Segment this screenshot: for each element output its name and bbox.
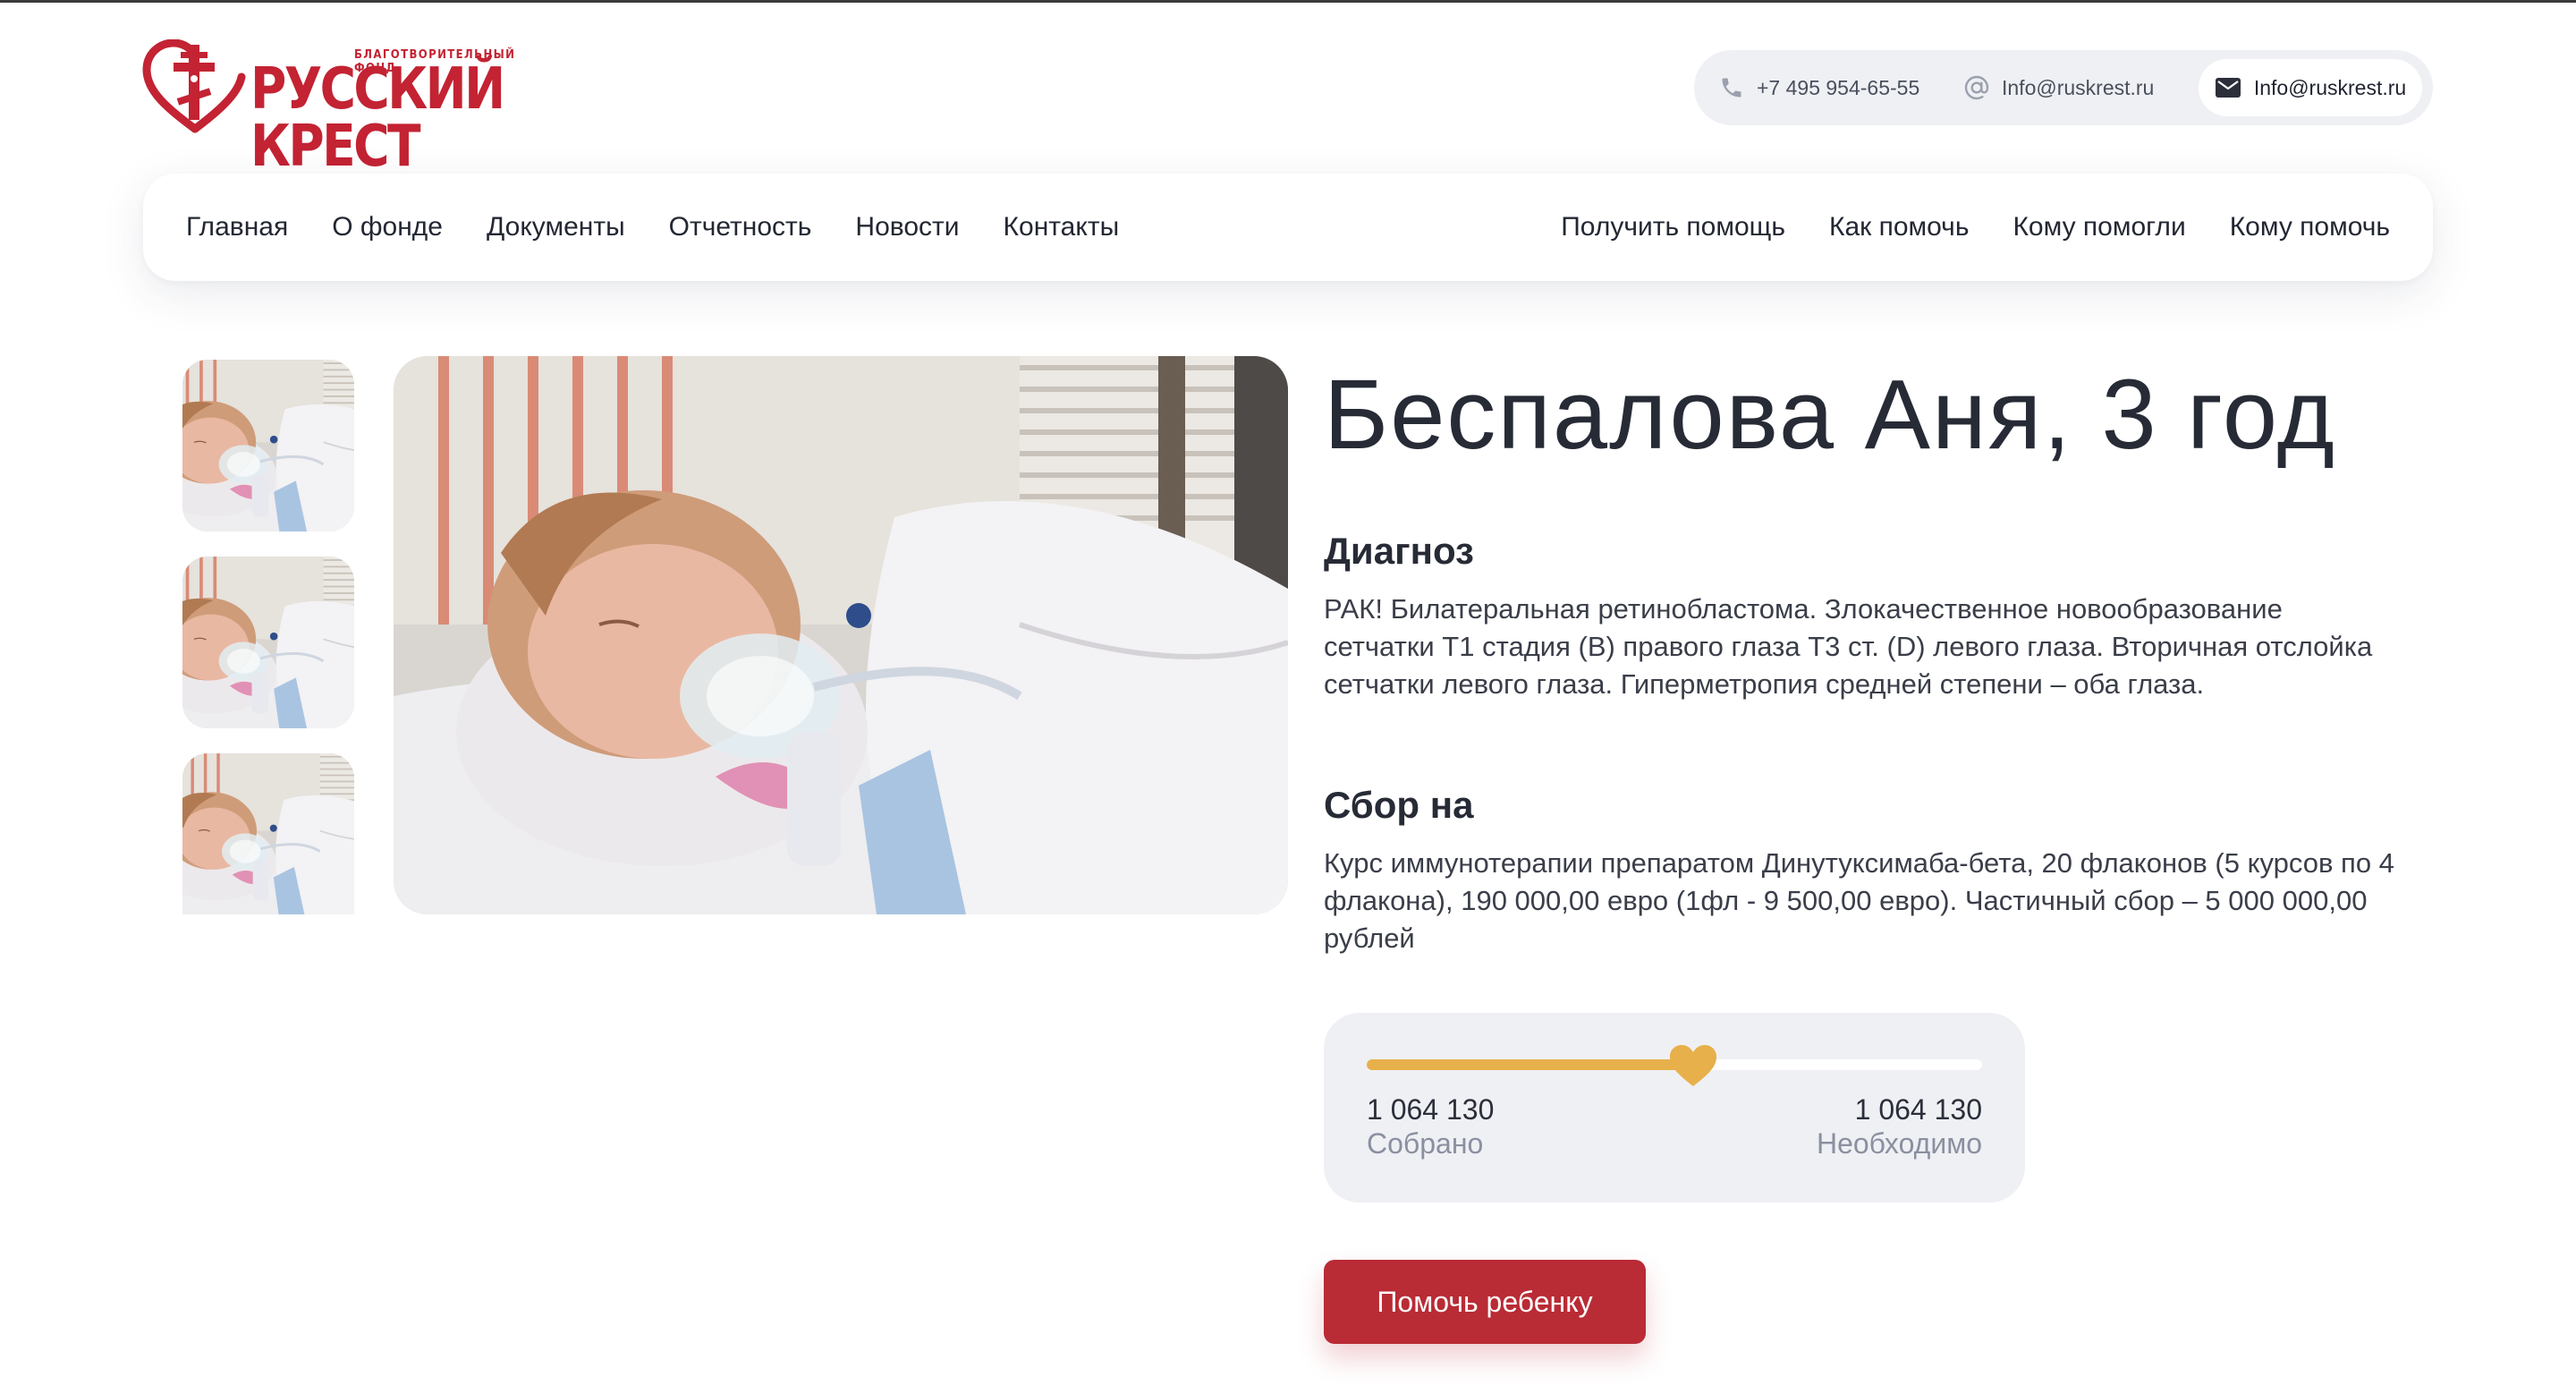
cross-heart-logo-icon [142, 39, 246, 133]
nav-item-documents[interactable]: Документы [487, 212, 625, 242]
nav-item-helped[interactable]: Кому помогли [2012, 212, 2185, 242]
nav-item-news[interactable]: Новости [855, 212, 959, 242]
email-button-label: Info@ruskrest.ru [2253, 75, 2407, 99]
nav-primary: Главная О фонде Документы Отчетность Нов… [186, 174, 1119, 281]
goal-heading: Сбор на [1324, 784, 1474, 826]
needed-label: Необходимо [1816, 1127, 1982, 1160]
contacts-bar: +7 495 954-65-55 Info@ruskrest.ru Info@r… [1694, 50, 2433, 125]
patient-photo-thumbnail [182, 753, 354, 914]
email-button[interactable]: Info@ruskrest.ru [2199, 59, 2422, 116]
main-photo [394, 356, 1288, 914]
gallery-thumbnail-2[interactable] [182, 557, 354, 728]
patient-photo-thumbnail [182, 557, 354, 728]
collected-label: Собрано [1367, 1127, 1484, 1160]
nav-item-reports[interactable]: Отчетность [669, 212, 812, 242]
heart-icon [1669, 1045, 1716, 1086]
window-top-border [0, 0, 2576, 3]
email-address: Info@ruskrest.ru [2002, 75, 2155, 99]
nav-item-to-help[interactable]: Кому помочь [2230, 212, 2390, 242]
patient-photo-thumbnail [182, 360, 354, 531]
phone-icon [1722, 78, 1741, 98]
help-child-button[interactable]: Помочь ребенку [1324, 1260, 1646, 1344]
diagnosis-heading: Диагноз [1324, 530, 1474, 572]
patient-photo [394, 356, 1288, 914]
site-logo[interactable]: БЛАГОТВОРИТЕЛЬНЫЙ ФОНД РУССКИЙ КРЕСТ [141, 39, 535, 175]
nav-item-contacts[interactable]: Контакты [1004, 212, 1120, 242]
diagnosis-text: РАК! Билатеральная ретинобластома. Злока… [1324, 593, 2373, 700]
logo-wordmark: РУССКИЙ КРЕСТ [250, 56, 505, 180]
email-link[interactable]: Info@ruskrest.ru [1962, 72, 2154, 104]
at-sign-icon [1964, 75, 1989, 100]
nav-secondary: Получить помощь Как помочь Кому помогли … [1561, 174, 2390, 281]
collected-amount: 1 064 130 [1367, 1093, 1495, 1126]
progress-track [1367, 1045, 1982, 1086]
gallery-thumbnail-1[interactable] [182, 360, 354, 531]
main-navigation: Главная О фонде Документы Отчетность Нов… [143, 174, 2433, 281]
nav-item-how-to-help[interactable]: Как помочь [1829, 212, 1969, 242]
needed-amount: 1 064 130 [1854, 1093, 1982, 1126]
nav-item-get-help[interactable]: Получить помощь [1561, 212, 1785, 242]
nav-item-home[interactable]: Главная [186, 212, 288, 242]
nav-item-about[interactable]: О фонде [332, 212, 443, 242]
progress-fill [1367, 1059, 1693, 1070]
phone-link[interactable]: +7 495 954-65-55 [1719, 72, 1919, 104]
goal-text: Курс иммунотерапии препаратом Динутуксим… [1324, 847, 2394, 954]
gallery-thumbnail-3[interactable] [182, 753, 354, 914]
phone-number: +7 495 954-65-55 [1757, 75, 1920, 99]
child-name-heading: Беспалова Аня, 3 год [1324, 360, 2336, 470]
fundraising-progress-card: 1 064 130 Собрано 1 064 130 Необходимо [1324, 1013, 2025, 1203]
envelope-icon [2215, 78, 2241, 98]
